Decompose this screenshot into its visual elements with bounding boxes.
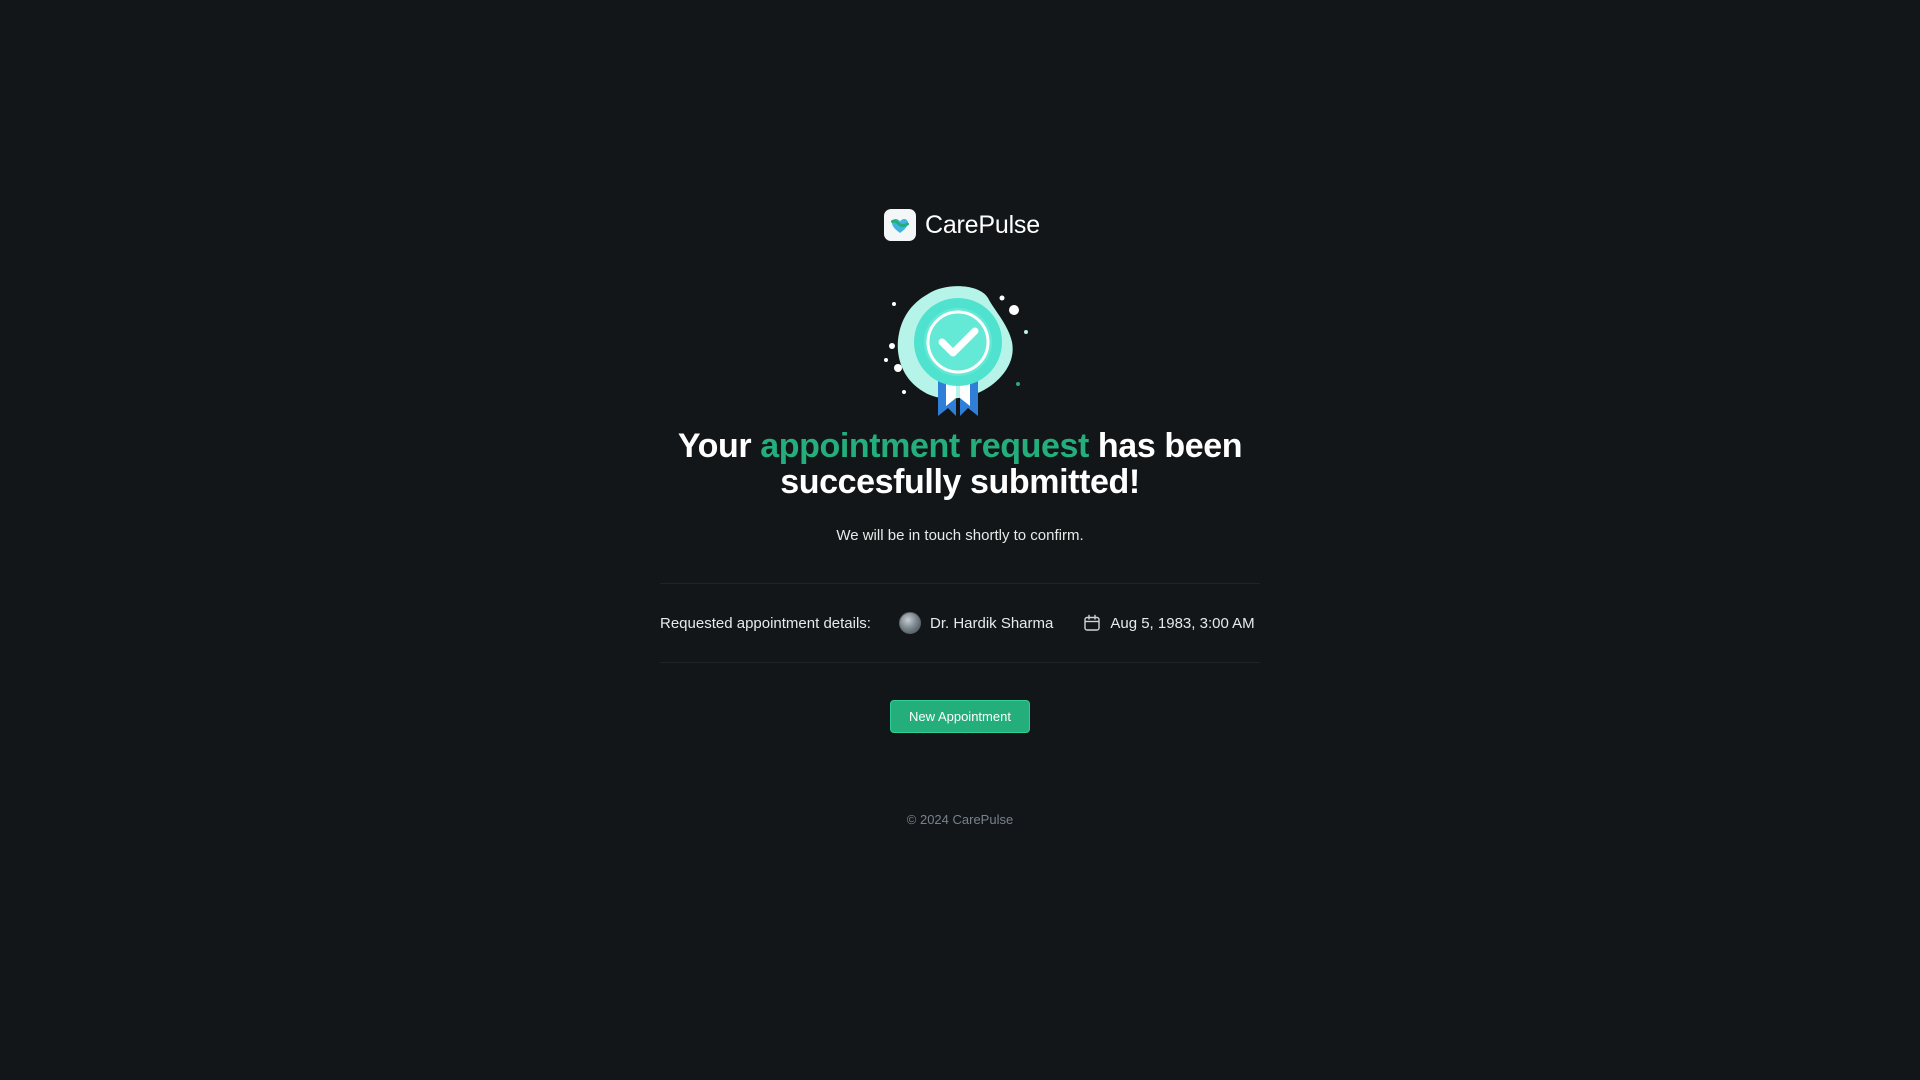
success-headline: Your appointment request has been succes… [660, 428, 1260, 500]
brand-name: CarePulse [925, 210, 1040, 239]
appointment-date: Aug 5, 1983, 3:00 AM [1083, 614, 1255, 632]
footer-copyright: © 2024 CarePulse [906, 812, 1014, 827]
headline-accent: appointment request [760, 427, 1089, 465]
verified-badge-icon [884, 286, 1028, 416]
details-label: Requested appointment details: [660, 614, 871, 632]
appointment-datetime: Aug 5, 1983, 3:00 AM [1110, 614, 1255, 632]
doctor-avatar [898, 612, 921, 634]
carepulse-logo-icon [884, 209, 916, 241]
calendar-icon [1084, 614, 1101, 631]
appointment-details: Requested appointment details: Dr. Hardi… [660, 583, 1260, 663]
headline-prefix: Your [677, 427, 761, 465]
doctor-info: Dr. Hardik Sharma [898, 612, 1054, 634]
success-page: CarePulse Your appointment request has b… [0, 0, 1920, 1080]
new-appointment-button[interactable]: New Appointment [890, 700, 1030, 733]
doctor-name: Dr. Hardik Sharma [929, 614, 1054, 632]
brand-logo[interactable]: CarePulse [884, 209, 1040, 241]
confirmation-subtext: We will be in touch shortly to confirm. [836, 527, 1084, 544]
